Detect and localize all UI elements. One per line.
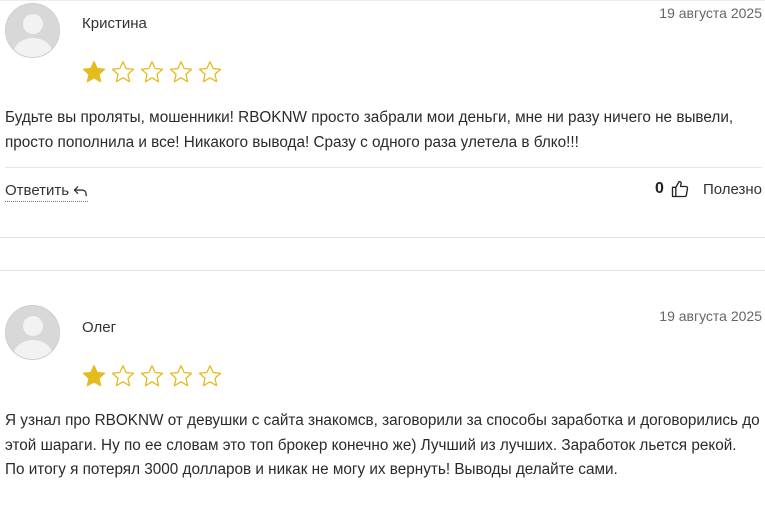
star-icon [82, 61, 106, 83]
star-icon [140, 61, 164, 83]
divider [5, 167, 762, 168]
avatar [5, 3, 60, 58]
review-text: Будьте вы проляты, мошенники! RBOKNW про… [5, 109, 734, 151]
review-date: 19 августа 2025 [659, 308, 762, 324]
star-icon [169, 365, 193, 387]
helpful-count: 0 [655, 180, 664, 197]
review-card: Кристина 19 августа 2025 Будьте вы проля… [0, 0, 765, 240]
reply-label: Ответить [5, 182, 70, 199]
reply-arrow-icon [73, 185, 87, 196]
review-author: Кристина [82, 15, 147, 32]
review-author: Олег [82, 319, 117, 336]
star-icon [111, 61, 135, 83]
review-card: Олег 19 августа 2025 Я узнал про RBOKNW … [0, 272, 765, 506]
star-rating [81, 59, 223, 85]
star-icon [111, 365, 135, 387]
star-rating [81, 363, 223, 389]
section-divider [0, 237, 765, 238]
star-icon [140, 365, 164, 387]
section-divider [0, 270, 765, 271]
thumbs-up-icon[interactable] [670, 179, 690, 199]
helpful-vote: 0 Полезно [655, 179, 762, 199]
reply-button[interactable]: Ответить [5, 182, 89, 202]
star-icon [169, 61, 193, 83]
star-icon [198, 365, 222, 387]
helpful-button[interactable]: Полезно [703, 181, 762, 198]
avatar [5, 305, 60, 360]
star-icon [198, 61, 222, 83]
review-date: 19 августа 2025 [659, 5, 762, 21]
star-icon [82, 365, 106, 387]
review-text: Я узнал про RBOKNW от девушки с сайта зн… [5, 412, 760, 478]
